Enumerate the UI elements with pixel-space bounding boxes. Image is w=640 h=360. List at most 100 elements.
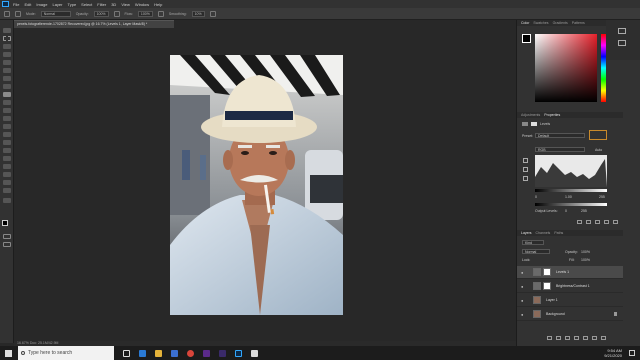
foreground-color-swatch[interactable] xyxy=(2,220,8,226)
smoothing-field[interactable]: 10% xyxy=(191,10,205,17)
color-fg-bg-swatches[interactable] xyxy=(522,34,531,43)
menu-view[interactable]: View xyxy=(121,2,130,7)
output-levels-slider[interactable] xyxy=(535,203,607,206)
eyedropper-black-icon[interactable] xyxy=(523,158,528,163)
menu-help[interactable]: Help xyxy=(154,2,162,7)
input-black-value[interactable]: 0 xyxy=(535,195,537,199)
home-icon[interactable] xyxy=(4,10,10,17)
pen-tool-icon[interactable] xyxy=(3,148,11,153)
view-previous-icon[interactable] xyxy=(586,220,591,224)
visibility-icon[interactable] xyxy=(604,220,609,224)
fill-field[interactable]: 100% xyxy=(581,258,590,262)
eraser-tool-icon[interactable] xyxy=(3,116,11,121)
history-brush-tool-icon[interactable] xyxy=(3,108,11,113)
link-icon[interactable] xyxy=(547,336,552,340)
preset-options-button[interactable] xyxy=(589,130,607,140)
move-tool-icon[interactable] xyxy=(3,28,11,33)
color-picker-field[interactable] xyxy=(535,34,597,102)
visibility-eye-icon[interactable]: ● xyxy=(521,312,527,317)
task-view-icon[interactable] xyxy=(123,349,130,357)
libraries-panel-icon[interactable] xyxy=(618,40,626,46)
menu-type[interactable]: Type xyxy=(68,2,77,7)
learn-panel-icon[interactable] xyxy=(618,28,626,34)
airbrush-icon[interactable] xyxy=(157,10,164,17)
menu-layer[interactable]: Layer xyxy=(52,2,62,7)
type-tool-icon[interactable] xyxy=(3,156,11,161)
trash-icon[interactable] xyxy=(601,336,606,340)
layer-row-levels[interactable]: ● Levels 1 xyxy=(517,266,623,279)
app-icon[interactable] xyxy=(251,349,258,357)
photoshop-taskbar-icon[interactable] xyxy=(235,349,242,357)
blur-tool-icon[interactable] xyxy=(3,132,11,137)
flow-field[interactable]: 100% xyxy=(137,10,153,17)
store-icon[interactable] xyxy=(171,349,178,357)
menu-3d[interactable]: 3D xyxy=(111,2,116,7)
layer-kind-filter[interactable]: Kind xyxy=(522,240,544,245)
group-icon[interactable] xyxy=(583,336,588,340)
brush-tool-icon[interactable] xyxy=(3,92,11,97)
hand-tool-icon[interactable] xyxy=(3,180,11,185)
layer-row-layer1[interactable]: ● Layer 1 xyxy=(517,294,623,307)
output-white-value[interactable]: 255 xyxy=(581,209,587,213)
menu-select[interactable]: Select xyxy=(81,2,92,7)
adjustment-icon[interactable] xyxy=(574,336,579,340)
gradient-tool-icon[interactable] xyxy=(3,124,11,129)
pressure-opacity-icon[interactable] xyxy=(113,10,120,17)
tab-layers[interactable]: Layers xyxy=(521,231,532,235)
layer-row-brightness[interactable]: ● Brightness/Contrast 1 xyxy=(517,280,623,293)
windows-start-icon[interactable] xyxy=(5,350,12,357)
quick-mask-icon[interactable] xyxy=(3,234,11,239)
screen-mode-icon[interactable] xyxy=(3,242,11,247)
file-explorer-icon[interactable] xyxy=(155,349,162,357)
preset-dropdown[interactable]: Default xyxy=(535,133,585,138)
quick-select-tool-icon[interactable] xyxy=(3,52,11,57)
tab-gradients[interactable]: Gradients xyxy=(553,21,568,25)
auto-button[interactable]: Auto xyxy=(595,148,602,152)
visibility-eye-icon[interactable]: ● xyxy=(521,298,527,303)
mask-icon[interactable] xyxy=(565,336,570,340)
zoom-tool-icon[interactable] xyxy=(3,188,11,193)
lasso-tool-icon[interactable] xyxy=(3,44,11,49)
layer-name[interactable]: Brightness/Contrast 1 xyxy=(556,284,590,288)
eyedropper-white-icon[interactable] xyxy=(523,176,528,181)
eyedropper-tool-icon[interactable] xyxy=(3,76,11,81)
menu-edit[interactable]: Edit xyxy=(24,2,31,7)
chrome-icon[interactable] xyxy=(187,349,194,357)
opacity-field[interactable]: 100% xyxy=(93,10,109,17)
after-effects-icon[interactable] xyxy=(219,349,226,357)
brush-preset-icon[interactable] xyxy=(15,10,21,17)
new-layer-icon[interactable] xyxy=(592,336,597,340)
tab-color[interactable]: Color xyxy=(521,21,529,25)
menu-window[interactable]: Window xyxy=(135,2,149,7)
notification-icon[interactable] xyxy=(629,350,635,356)
trash-icon[interactable] xyxy=(613,220,618,224)
eyedropper-gray-icon[interactable] xyxy=(523,167,528,172)
tab-properties[interactable]: Properties xyxy=(544,113,560,117)
visibility-eye-icon[interactable]: ● xyxy=(521,284,527,289)
tab-swatches[interactable]: Swatches xyxy=(533,21,548,25)
crop-tool-icon[interactable] xyxy=(3,60,11,65)
blend-mode-dropdown[interactable]: Normal xyxy=(522,249,550,254)
document-image[interactable] xyxy=(170,55,343,315)
tab-patterns[interactable]: Patterns xyxy=(572,21,585,25)
tab-paths[interactable]: Paths xyxy=(554,231,563,235)
gear-icon[interactable] xyxy=(209,10,216,17)
layer-name[interactable]: Layer 1 xyxy=(546,298,558,302)
system-tray-clock[interactable]: 9:54 AM 9/21/2020 xyxy=(604,348,622,358)
channel-dropdown[interactable]: RGB xyxy=(535,147,585,152)
document-tab[interactable]: pexels-fotografierende-1702872 Recovered… xyxy=(14,20,174,28)
tab-channels[interactable]: Channels xyxy=(536,231,551,235)
shape-tool-icon[interactable] xyxy=(3,172,11,177)
input-gamma-value[interactable]: 1.00 xyxy=(565,195,572,199)
menu-image[interactable]: Image xyxy=(36,2,47,7)
frame-tool-icon[interactable] xyxy=(3,68,11,73)
menu-filter[interactable]: Filter xyxy=(97,2,106,7)
healing-tool-icon[interactable] xyxy=(3,84,11,89)
marquee-tool-icon[interactable] xyxy=(3,36,11,41)
reset-icon[interactable] xyxy=(595,220,600,224)
clip-layer-icon[interactable] xyxy=(577,220,582,224)
output-black-value[interactable]: 0 xyxy=(565,209,567,213)
stamp-tool-icon[interactable] xyxy=(3,100,11,105)
visibility-eye-icon[interactable]: ● xyxy=(521,270,527,275)
tab-adjustments[interactable]: Adjustments xyxy=(521,113,540,117)
